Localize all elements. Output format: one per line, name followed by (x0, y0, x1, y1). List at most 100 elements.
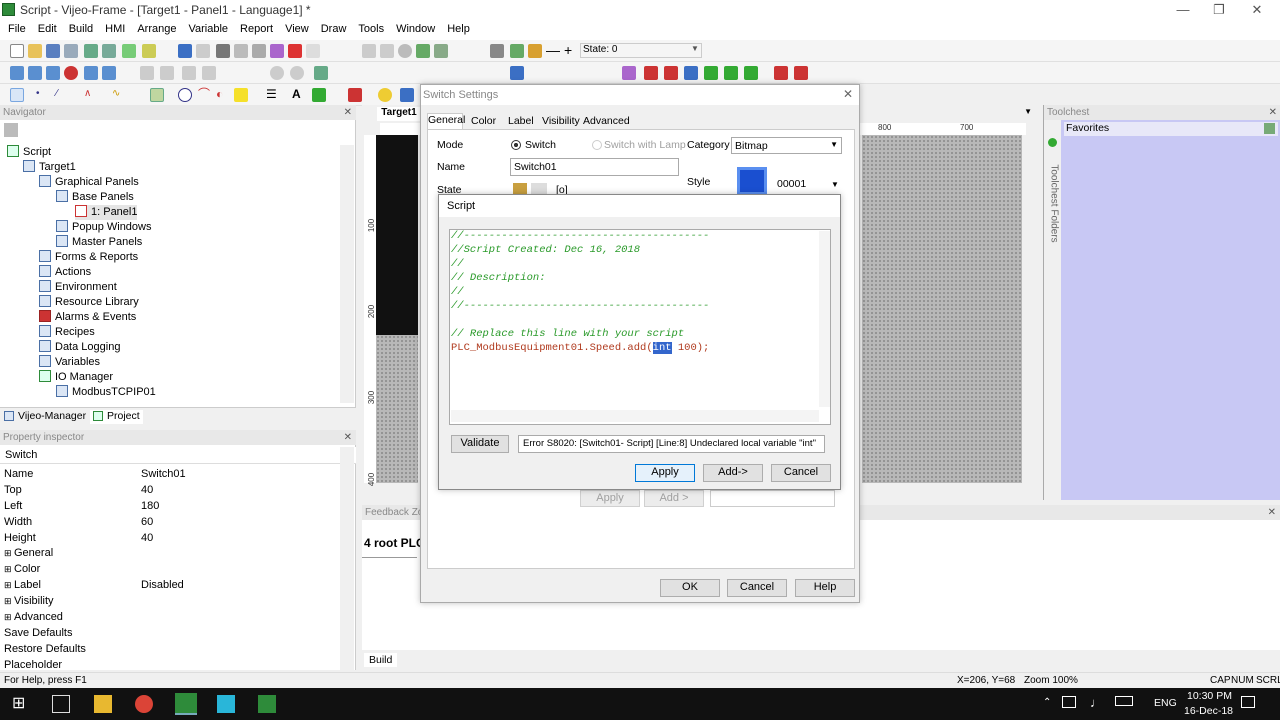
clock-time[interactable]: 10:30 PM (1187, 690, 1232, 702)
tree-item-popup-windows[interactable]: Popup Windows (56, 220, 152, 235)
prop-row-expandable[interactable]: Advanced ⊞ (0, 609, 344, 625)
redo-icon[interactable] (196, 44, 210, 58)
tree-item-variables[interactable]: Variables (39, 355, 100, 370)
lamp-tool-icon[interactable] (378, 88, 392, 102)
tab-order-icon[interactable] (774, 66, 788, 80)
network-icon[interactable] (1062, 696, 1076, 708)
object-selector[interactable]: Switch▼ (0, 447, 356, 464)
prop-row[interactable]: Name Switch01 (0, 466, 344, 482)
rotate-icon[interactable] (270, 66, 284, 80)
circle-icon[interactable] (178, 88, 192, 102)
style-preview[interactable] (737, 167, 767, 195)
mode-switch-radio[interactable] (511, 140, 521, 150)
copy-icon[interactable] (234, 44, 248, 58)
color-icon[interactable] (644, 66, 658, 80)
tab-general[interactable]: General (427, 113, 465, 129)
close-icon[interactable]: ✕ (843, 87, 853, 101)
image-icon[interactable] (312, 88, 326, 102)
tab-color[interactable]: Color (471, 115, 496, 127)
freeform-icon[interactable]: ∿ (112, 88, 126, 102)
border-icon[interactable] (684, 66, 698, 80)
menu-arrange[interactable]: Arrange (131, 20, 182, 35)
prop-row[interactable]: Top 40 (0, 482, 344, 498)
ok-button[interactable]: OK (660, 579, 720, 597)
pointer-icon[interactable] (10, 88, 24, 102)
tree-item-base-panels[interactable]: Base Panels (56, 190, 134, 205)
size-icon[interactable] (704, 66, 718, 80)
script-apply-button[interactable]: Apply (635, 464, 695, 482)
tree-item-target[interactable]: Target1 (23, 160, 76, 175)
flip-icon[interactable] (290, 66, 304, 80)
volume-icon[interactable]: ♩ (1090, 695, 1103, 710)
menu-edit[interactable]: Edit (32, 20, 63, 35)
simulate-icon[interactable] (142, 44, 156, 58)
new-icon[interactable] (10, 44, 24, 58)
tree-item-data-logging[interactable]: Data Logging (39, 340, 120, 355)
script-add-button[interactable]: Add-> (703, 464, 763, 482)
fit-icon[interactable] (314, 66, 328, 80)
group-icon[interactable] (182, 66, 196, 80)
action-field[interactable] (710, 490, 835, 507)
popup-icon[interactable] (28, 66, 42, 80)
script-vscroll[interactable] (819, 231, 830, 407)
menu-window[interactable]: Window (390, 20, 441, 35)
arc-icon[interactable]: ⌒ (198, 88, 212, 102)
windows-start-icon[interactable]: ⊞ (12, 695, 30, 713)
close-icon[interactable]: ✕ (344, 430, 352, 445)
favorites-header[interactable]: Favorites (1064, 122, 1278, 136)
clock-date[interactable]: 16-Dec-18 (1184, 705, 1233, 717)
close-button[interactable]: ✕ (1234, 0, 1280, 20)
tree-item-forms-reports[interactable]: Forms & Reports (39, 250, 138, 265)
tab-advanced[interactable]: Advanced (583, 115, 630, 127)
help-button[interactable]: Help (795, 579, 855, 597)
tools-icon[interactable] (794, 66, 808, 80)
rectangle-icon[interactable] (150, 88, 164, 102)
distribute-icon[interactable] (160, 66, 174, 80)
build-icon[interactable] (84, 44, 98, 58)
menu-view[interactable]: View (279, 20, 315, 35)
script-cancel-button[interactable]: Cancel (771, 464, 831, 482)
line-icon[interactable]: ∕ (56, 88, 70, 102)
ungroup-icon[interactable] (202, 66, 216, 80)
layer-icon[interactable] (622, 66, 636, 80)
toolchest-folders-tab[interactable]: Toolchest Folders (1049, 156, 1060, 252)
panel-icon[interactable] (10, 66, 24, 80)
menu-build[interactable]: Build (63, 20, 99, 35)
open-icon[interactable] (28, 44, 42, 58)
tree-item-panel1[interactable]: 1: Panel1 (75, 205, 138, 220)
name-input[interactable]: Switch01 (510, 158, 679, 176)
task-view-icon[interactable] (52, 695, 70, 713)
tree-item-environment[interactable]: Environment (39, 280, 117, 295)
prop-row[interactable]: Placeholder (0, 657, 344, 673)
cancel-button[interactable]: Cancel (727, 579, 787, 597)
state-dropdown[interactable] (580, 43, 702, 58)
tab-label[interactable]: Label (508, 115, 534, 127)
layout-icon[interactable] (102, 66, 116, 80)
prop-row[interactable]: Save Defaults (0, 625, 344, 641)
close-icon[interactable]: ✕ (344, 105, 352, 120)
file-explorer-icon[interactable] (94, 695, 112, 713)
app-icon[interactable] (258, 695, 276, 713)
select-mode-icon[interactable] (510, 66, 524, 80)
tree-item-master-panels[interactable]: Master Panels (56, 235, 142, 250)
apply-button-disabled[interactable]: Apply (580, 490, 640, 507)
category-select[interactable]: Bitmap ▼ (731, 137, 842, 154)
chevron-down-icon[interactable]: ▼ (831, 180, 839, 189)
close-icon[interactable]: ✕ (1269, 105, 1277, 120)
back-icon[interactable] (362, 44, 376, 58)
app-icon[interactable] (217, 695, 235, 713)
add-button-disabled[interactable]: Add > (644, 490, 704, 507)
lock-icon[interactable] (528, 44, 542, 58)
tray-arrow-icon[interactable]: ⌃ (1043, 697, 1051, 708)
close-icon[interactable]: ✕ (1268, 505, 1276, 520)
text-icon[interactable]: A (292, 88, 306, 102)
menu-hmi[interactable]: HMI (99, 20, 131, 35)
prop-row-expandable[interactable]: Visibility ⊞ (0, 593, 344, 609)
menu-file[interactable]: File (0, 20, 32, 35)
tab-build[interactable]: Build (364, 653, 398, 667)
prop-row[interactable]: Height 40 (0, 530, 344, 546)
cut-icon[interactable] (216, 44, 230, 58)
minus-icon[interactable]: — (546, 43, 560, 58)
save-all-icon[interactable] (64, 44, 78, 58)
menu-tools[interactable]: Tools (352, 20, 390, 35)
